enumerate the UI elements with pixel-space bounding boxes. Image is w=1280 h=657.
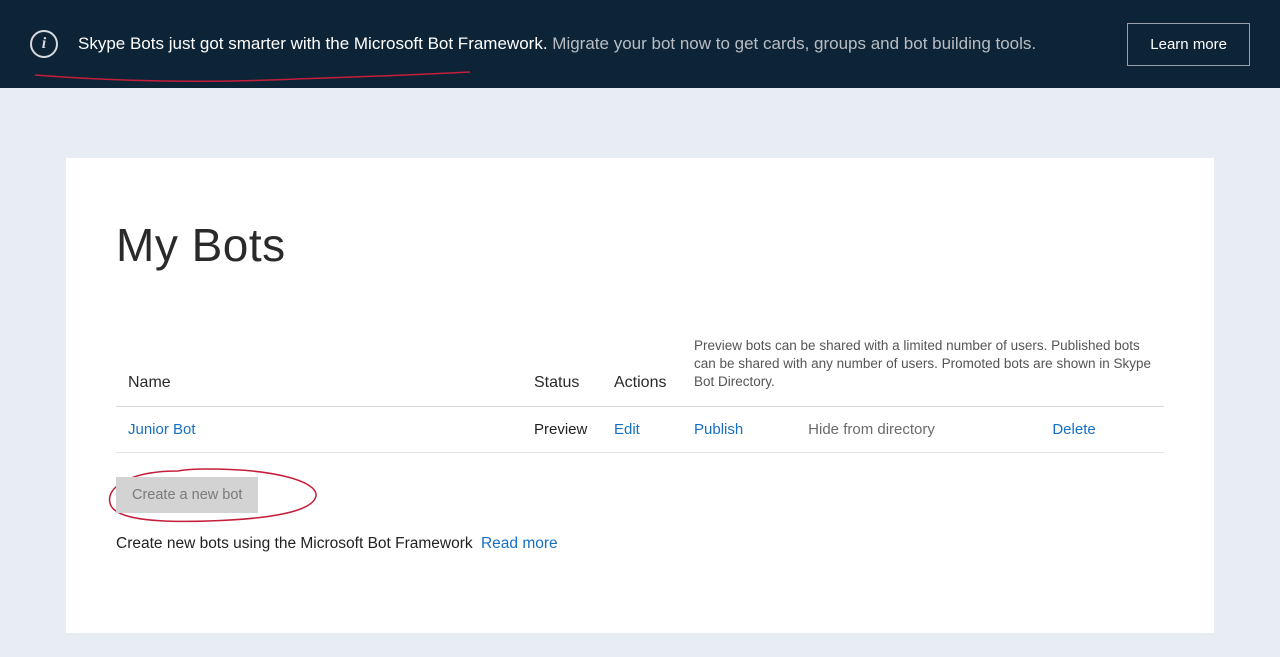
create-new-bot-button[interactable]: Create a new bot (116, 477, 258, 513)
header-name: Name (116, 327, 526, 406)
header-helper-text: Preview bots can be shared with a limite… (694, 337, 1156, 392)
publish-link[interactable]: Publish (694, 421, 804, 438)
page-title: My Bots (116, 218, 1164, 272)
hide-from-directory: Hide from directory (808, 421, 1048, 438)
bots-table: Name Status Actions Preview bots can be … (116, 327, 1164, 453)
edit-link[interactable]: Edit (614, 421, 640, 438)
banner-text: Skype Bots just got smarter with the Mic… (78, 34, 1112, 54)
banner-text-light: Migrate your bot now to get cards, group… (552, 34, 1036, 53)
banner-text-bold: Skype Bots just got smarter with the Mic… (78, 34, 548, 53)
header-status: Status (526, 327, 606, 406)
learn-more-button[interactable]: Learn more (1127, 23, 1250, 66)
header-helper: Preview bots can be shared with a limite… (686, 327, 1164, 406)
footer-text: Create new bots using the Microsoft Bot … (116, 535, 1164, 553)
bot-name-link[interactable]: Junior Bot (128, 421, 196, 438)
bot-status: Preview (534, 421, 587, 438)
header-actions: Actions (606, 327, 686, 406)
footer-text-label: Create new bots using the Microsoft Bot … (116, 535, 473, 552)
table-row: Junior Bot Preview Edit Publish Hide fro… (116, 406, 1164, 452)
notification-banner: i Skype Bots just got smarter with the M… (0, 0, 1280, 88)
main-card: My Bots Name Status Actions Preview bots… (66, 158, 1214, 633)
read-more-link[interactable]: Read more (481, 535, 558, 552)
annotation-underline (30, 70, 480, 90)
delete-link[interactable]: Delete (1052, 421, 1095, 438)
info-icon: i (30, 30, 58, 58)
